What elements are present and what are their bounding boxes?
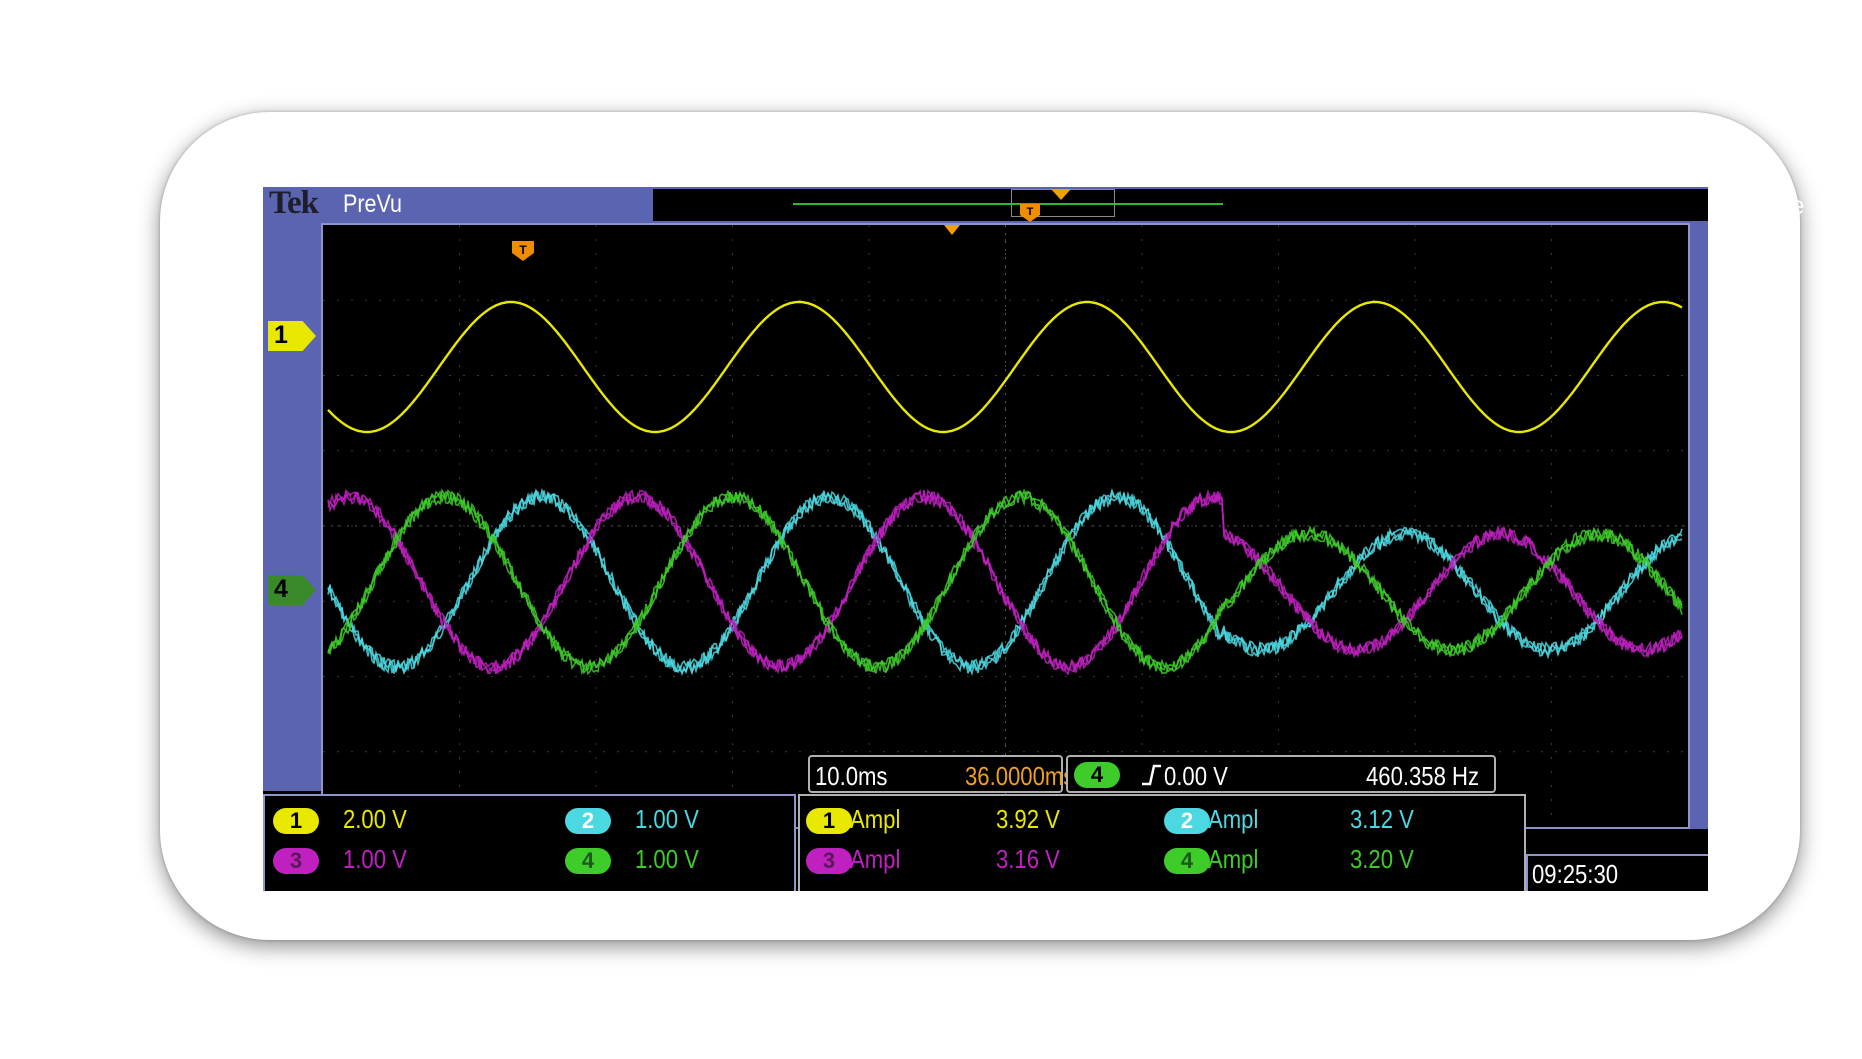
clock-time: 09:25:30 bbox=[1532, 859, 1619, 889]
graticule-grid bbox=[323, 225, 1688, 827]
ch2-scale[interactable]: 1.00 V bbox=[635, 804, 699, 835]
horizontal-center-marker bbox=[944, 225, 960, 235]
trigger-source-badge: 4 bbox=[1074, 762, 1120, 788]
rising-edge-icon bbox=[1142, 764, 1161, 786]
horizontal-delay: 36.0000ms bbox=[965, 761, 1075, 791]
meas-ch3-label: Ampl bbox=[850, 844, 901, 874]
meas-ch4-badge: 4 bbox=[1164, 848, 1210, 874]
trigger-frequency: 460.358 Hz bbox=[1366, 761, 1480, 791]
trigger-readout[interactable]: 4 0.00 V 460.358 Hz bbox=[1066, 755, 1496, 793]
ch1-badge[interactable]: 1 bbox=[273, 808, 319, 834]
ch3-scale[interactable]: 1.00 V bbox=[343, 844, 407, 875]
channel-scale-panel: 1 2.00 V 2 1.00 V 3 1.00 V 4 1.00 V bbox=[263, 794, 796, 891]
oscilloscope-screen: Tek PreVu T Noise Filter Off 1 4 T 10.0m… bbox=[263, 185, 1804, 891]
meas-ch4-label: Ampl bbox=[1208, 844, 1259, 874]
ch2-badge[interactable]: 2 bbox=[565, 808, 611, 834]
meas-ch1-label: Ampl bbox=[850, 804, 901, 834]
meas-ch2-label: Ampl bbox=[1208, 804, 1259, 834]
meas-ch4-value: 3.20 V bbox=[1350, 844, 1414, 874]
ch4-scale[interactable]: 1.00 V bbox=[635, 844, 699, 875]
trigger-position-marker: T bbox=[512, 241, 534, 261]
svg-text:T: T bbox=[519, 243, 527, 257]
noise-filter-status[interactable]: Noise Filter Off bbox=[1748, 192, 1804, 279]
timebase-readout[interactable]: 10.0ms 36.0000ms bbox=[808, 755, 1074, 793]
meas-ch2-badge: 2 bbox=[1164, 808, 1210, 834]
ch4-badge[interactable]: 4 bbox=[565, 848, 611, 874]
meas-ch3-badge: 3 bbox=[806, 848, 852, 874]
meas-ch2-value: 3.12 V bbox=[1350, 804, 1414, 834]
trigger-level: 0.00 V bbox=[1164, 761, 1228, 791]
ch3-badge[interactable]: 3 bbox=[273, 848, 319, 874]
measurements-panel: 1 Ampl 3.92 V 2 Ampl 3.12 V 3 Ampl 3.16 … bbox=[798, 794, 1526, 891]
ch1-scale[interactable]: 2.00 V bbox=[343, 804, 407, 835]
clock-panel: 09:25:30 bbox=[1526, 854, 1708, 891]
meas-ch1-badge: 1 bbox=[806, 808, 852, 834]
meas-ch3-value: 3.16 V bbox=[996, 844, 1060, 874]
meas-ch1-value: 3.92 V bbox=[996, 804, 1060, 834]
timebase-scale: 10.0ms bbox=[815, 761, 888, 791]
